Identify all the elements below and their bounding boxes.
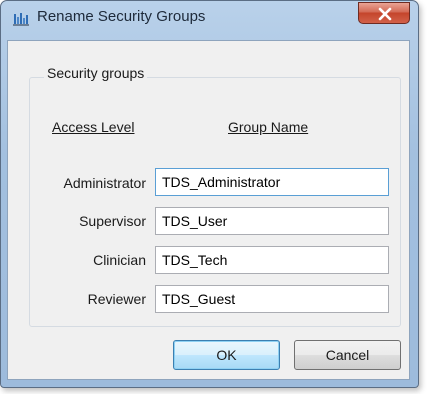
group-name-header: Group Name bbox=[228, 119, 309, 135]
window-title: Rename Security Groups bbox=[37, 8, 206, 25]
access-level-label-supervisor: Supervisor bbox=[79, 213, 146, 229]
group-name-input-clinician[interactable] bbox=[155, 246, 389, 274]
group-name-input-administrator[interactable] bbox=[155, 168, 389, 196]
close-button[interactable] bbox=[358, 2, 410, 24]
group-legend: Security groups bbox=[44, 65, 148, 81]
app-icon bbox=[13, 11, 29, 26]
access-level-label-reviewer: Reviewer bbox=[87, 291, 146, 307]
group-name-input-supervisor[interactable] bbox=[155, 207, 389, 235]
access-level-label-clinician: Clinician bbox=[93, 252, 146, 268]
ok-button[interactable]: OK bbox=[173, 340, 280, 370]
group-name-input-reviewer[interactable] bbox=[155, 285, 389, 313]
title-bar[interactable]: Rename Security Groups bbox=[1, 1, 418, 33]
cancel-button[interactable]: Cancel bbox=[294, 340, 401, 370]
close-icon bbox=[378, 7, 392, 21]
access-level-header: Access Level bbox=[52, 119, 135, 135]
access-level-label-administrator: Administrator bbox=[63, 175, 146, 191]
